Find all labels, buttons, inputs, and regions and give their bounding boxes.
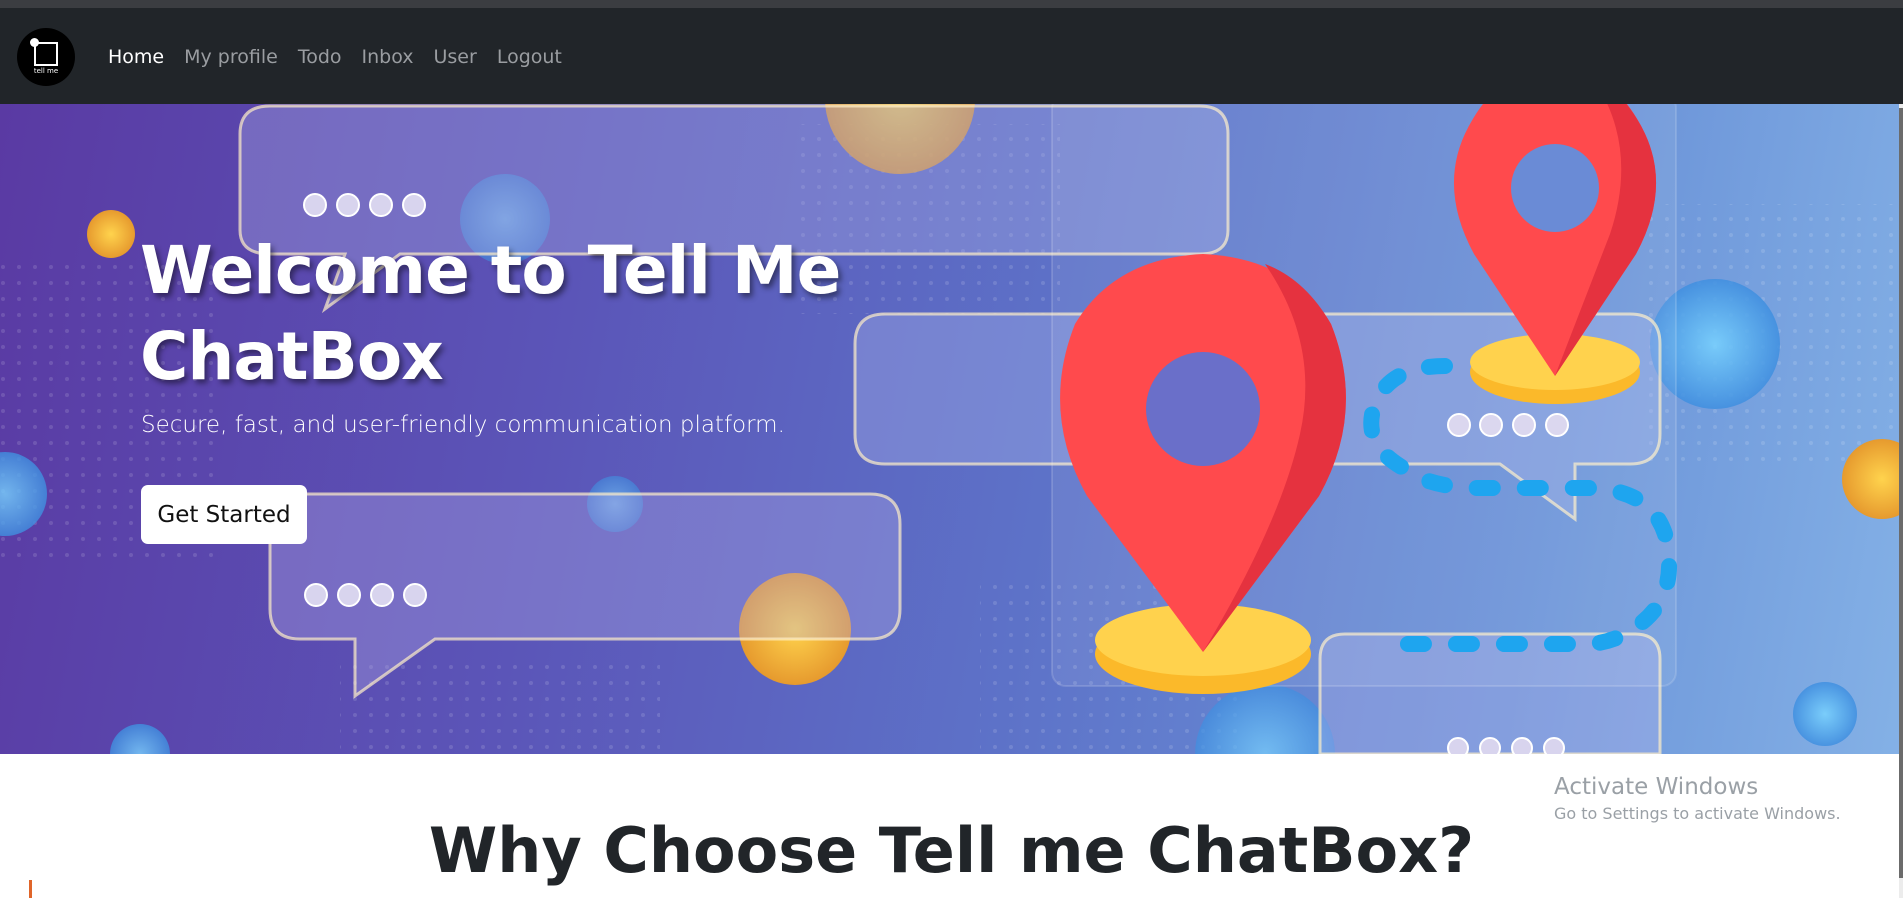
windows-activation-watermark: Activate Windows Go to Settings to activ… bbox=[1554, 774, 1841, 823]
logo[interactable]: tell me bbox=[17, 28, 75, 86]
hero-banner: Welcome to Tell Me ChatBox Secure, fast,… bbox=[0, 104, 1903, 754]
nav-home[interactable]: Home bbox=[108, 46, 164, 68]
nav-links: Home My profile Todo Inbox User Logout bbox=[108, 46, 582, 68]
logo-dot-icon bbox=[30, 38, 39, 47]
orb-decoration bbox=[87, 210, 135, 258]
window-top-edge bbox=[0, 0, 1903, 8]
nav-user[interactable]: User bbox=[434, 46, 477, 68]
get-started-button[interactable]: Get Started bbox=[141, 485, 307, 544]
hero-subtitle: Secure, fast, and user-friendly communic… bbox=[141, 412, 785, 438]
logo-text: tell me bbox=[33, 67, 59, 75]
scrollbar-thumb[interactable] bbox=[1899, 108, 1903, 878]
nav-my-profile[interactable]: My profile bbox=[184, 46, 278, 68]
section-heading: Why Choose Tell me ChatBox? bbox=[428, 814, 1475, 887]
nav-todo[interactable]: Todo bbox=[298, 46, 342, 68]
nav-inbox[interactable]: Inbox bbox=[362, 46, 414, 68]
location-pin-icon bbox=[1454, 104, 1656, 404]
hero-title: Welcome to Tell Me ChatBox bbox=[140, 232, 841, 395]
watermark-title: Activate Windows bbox=[1554, 774, 1759, 800]
watermark-subtitle: Go to Settings to activate Windows. bbox=[1554, 804, 1841, 823]
location-pin-icon bbox=[1060, 254, 1346, 694]
top-navbar: tell me Home My profile Todo Inbox User … bbox=[0, 8, 1903, 104]
nav-logout[interactable]: Logout bbox=[497, 46, 562, 68]
text-cursor bbox=[29, 880, 32, 898]
